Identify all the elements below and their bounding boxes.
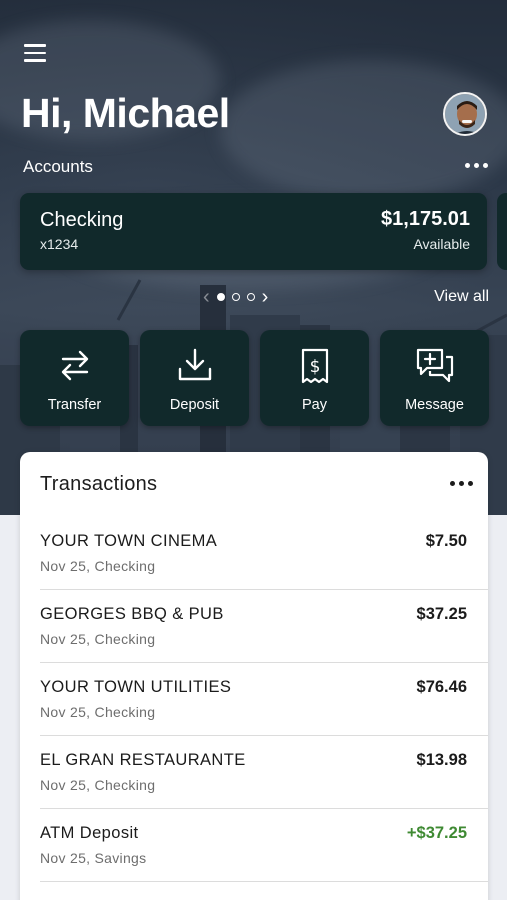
transactions-more-icon[interactable]: [450, 481, 473, 486]
transaction-merchant: YOUR TOWN CINEMA: [40, 532, 218, 550]
accounts-section-label: Accounts: [23, 157, 93, 176]
transaction-meta: Nov 25, Savings: [40, 850, 147, 866]
transaction-row[interactable]: ATM Deposit Nov 25, Savings +$37.25: [20, 809, 488, 882]
transaction-row[interactable]: YOUR TOWN CINEMA Nov 25, Checking $7.50: [20, 517, 488, 590]
account-balance: $1,175.01: [381, 208, 470, 230]
transaction-meta: Nov 25, Checking: [40, 558, 156, 574]
transaction-row[interactable]: EL GRAN RESTAURANTE Nov 25, Checking $13…: [20, 736, 488, 809]
deposit-button[interactable]: Deposit: [140, 330, 249, 426]
transaction-merchant: GEORGES BBQ & PUB: [40, 605, 224, 623]
account-name: Checking: [40, 209, 124, 231]
transaction-meta: Nov 25, Checking: [40, 777, 156, 793]
pay-label: Pay: [302, 397, 327, 413]
account-card-next-peek[interactable]: [497, 193, 507, 270]
message-button[interactable]: Message: [380, 330, 489, 426]
profile-avatar[interactable]: [443, 92, 487, 136]
transaction-row[interactable]: YOUR TOWN UTILITIES Nov 25, Checking $76…: [20, 663, 488, 736]
account-balance-label: Available: [413, 236, 470, 252]
account-pager: ‹ ›: [203, 287, 269, 307]
transaction-meta: Nov 25, Checking: [40, 631, 156, 647]
svg-text:$: $: [309, 357, 320, 377]
pager-dot[interactable]: [216, 293, 225, 301]
transaction-row[interactable]: GEORGES BBQ & PUB Nov 25, Checking $37.2…: [20, 590, 488, 663]
transaction-meta: Nov 25, Checking: [40, 704, 156, 720]
deposit-icon: [178, 348, 211, 381]
transactions-title: Transactions: [40, 473, 158, 495]
chevron-left-icon[interactable]: ‹: [203, 287, 210, 307]
deposit-label: Deposit: [169, 397, 220, 413]
transfer-label: Transfer: [47, 397, 102, 413]
row-divider: [40, 881, 488, 882]
transaction-merchant: EL GRAN RESTAURANTE: [40, 751, 246, 769]
transaction-amount: $76.46: [416, 678, 467, 696]
transfer-icon: [61, 350, 88, 381]
pay-button[interactable]: $ Pay: [260, 330, 369, 426]
transaction-amount: $37.25: [416, 605, 467, 623]
transfer-button[interactable]: Transfer: [20, 330, 129, 426]
pager-dot[interactable]: [246, 293, 255, 301]
transaction-amount: +$37.25: [406, 824, 467, 842]
message-plus-icon: [416, 348, 453, 383]
view-all-accounts-link[interactable]: View all: [434, 288, 489, 306]
transaction-merchant: ATM Deposit: [40, 824, 139, 842]
chevron-right-icon[interactable]: ›: [262, 287, 269, 307]
pay-bill-icon: $: [301, 348, 328, 384]
account-card-checking[interactable]: Checking x1234 $1,175.01 Available: [20, 193, 487, 270]
transactions-card: Transactions YOUR TOWN CINEMA Nov 25, Ch…: [20, 452, 488, 900]
message-label: Message: [405, 397, 464, 413]
pager-dot[interactable]: [231, 293, 240, 301]
transaction-amount: $7.50: [425, 532, 467, 550]
menu-icon[interactable]: [24, 44, 46, 64]
accounts-more-icon[interactable]: [465, 163, 488, 168]
greeting-title: Hi, Michael: [21, 90, 230, 136]
transaction-amount: $13.98: [416, 751, 467, 769]
transaction-merchant: YOUR TOWN UTILITIES: [40, 678, 232, 696]
account-number: x1234: [40, 236, 79, 252]
